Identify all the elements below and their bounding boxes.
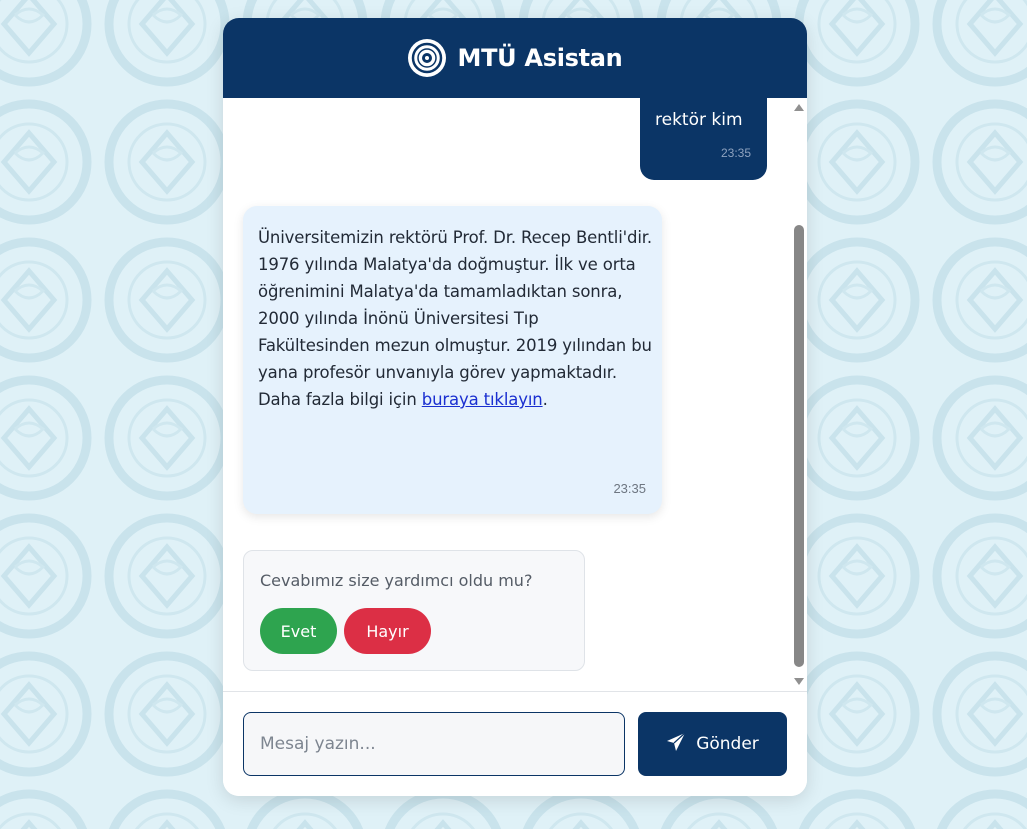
message-list[interactable]: rektör kim 23:35 Üniversitemizin rektörü… — [223, 98, 807, 691]
user-message: rektör kim 23:35 — [640, 98, 767, 180]
composer: Gönder — [223, 691, 807, 796]
paper-plane-icon — [666, 732, 686, 757]
bot-message-link[interactable]: buraya tıklayın — [422, 390, 543, 409]
scrollbar-thumb[interactable] — [794, 225, 804, 667]
feedback-card: Cevabımız size yardımcı oldu mu? Evet Ha… — [243, 550, 585, 671]
message-input[interactable] — [243, 712, 625, 776]
send-button[interactable]: Gönder — [638, 712, 787, 776]
bot-message: Üniversitemizin rektörü Prof. Dr. Recep … — [243, 206, 662, 514]
bot-message-text: Üniversitemizin rektörü Prof. Dr. Recep … — [258, 224, 653, 413]
send-button-label: Gönder — [696, 734, 759, 754]
scroll-up-arrow-icon[interactable] — [794, 104, 804, 111]
scrollbar[interactable] — [791, 98, 807, 691]
header-title: MTÜ Asistan — [457, 44, 623, 72]
user-message-text: rektör kim — [655, 110, 743, 130]
scroll-down-arrow-icon[interactable] — [794, 678, 804, 685]
bot-message-time: 23:35 — [613, 481, 646, 496]
feedback-no-button[interactable]: Hayır — [344, 608, 431, 654]
chat-header: MTÜ Asistan — [223, 18, 807, 98]
university-seal-icon — [407, 39, 446, 77]
bot-message-tail: . — [542, 390, 548, 409]
bot-message-body: Üniversitemizin rektörü Prof. Dr. Recep … — [258, 228, 652, 409]
feedback-question: Cevabımız size yardımcı oldu mu? — [260, 571, 533, 590]
user-message-time: 23:35 — [720, 146, 751, 160]
feedback-yes-button[interactable]: Evet — [260, 608, 337, 654]
chat-window: MTÜ Asistan rektör kim 23:35 Üniversitem… — [223, 18, 807, 796]
